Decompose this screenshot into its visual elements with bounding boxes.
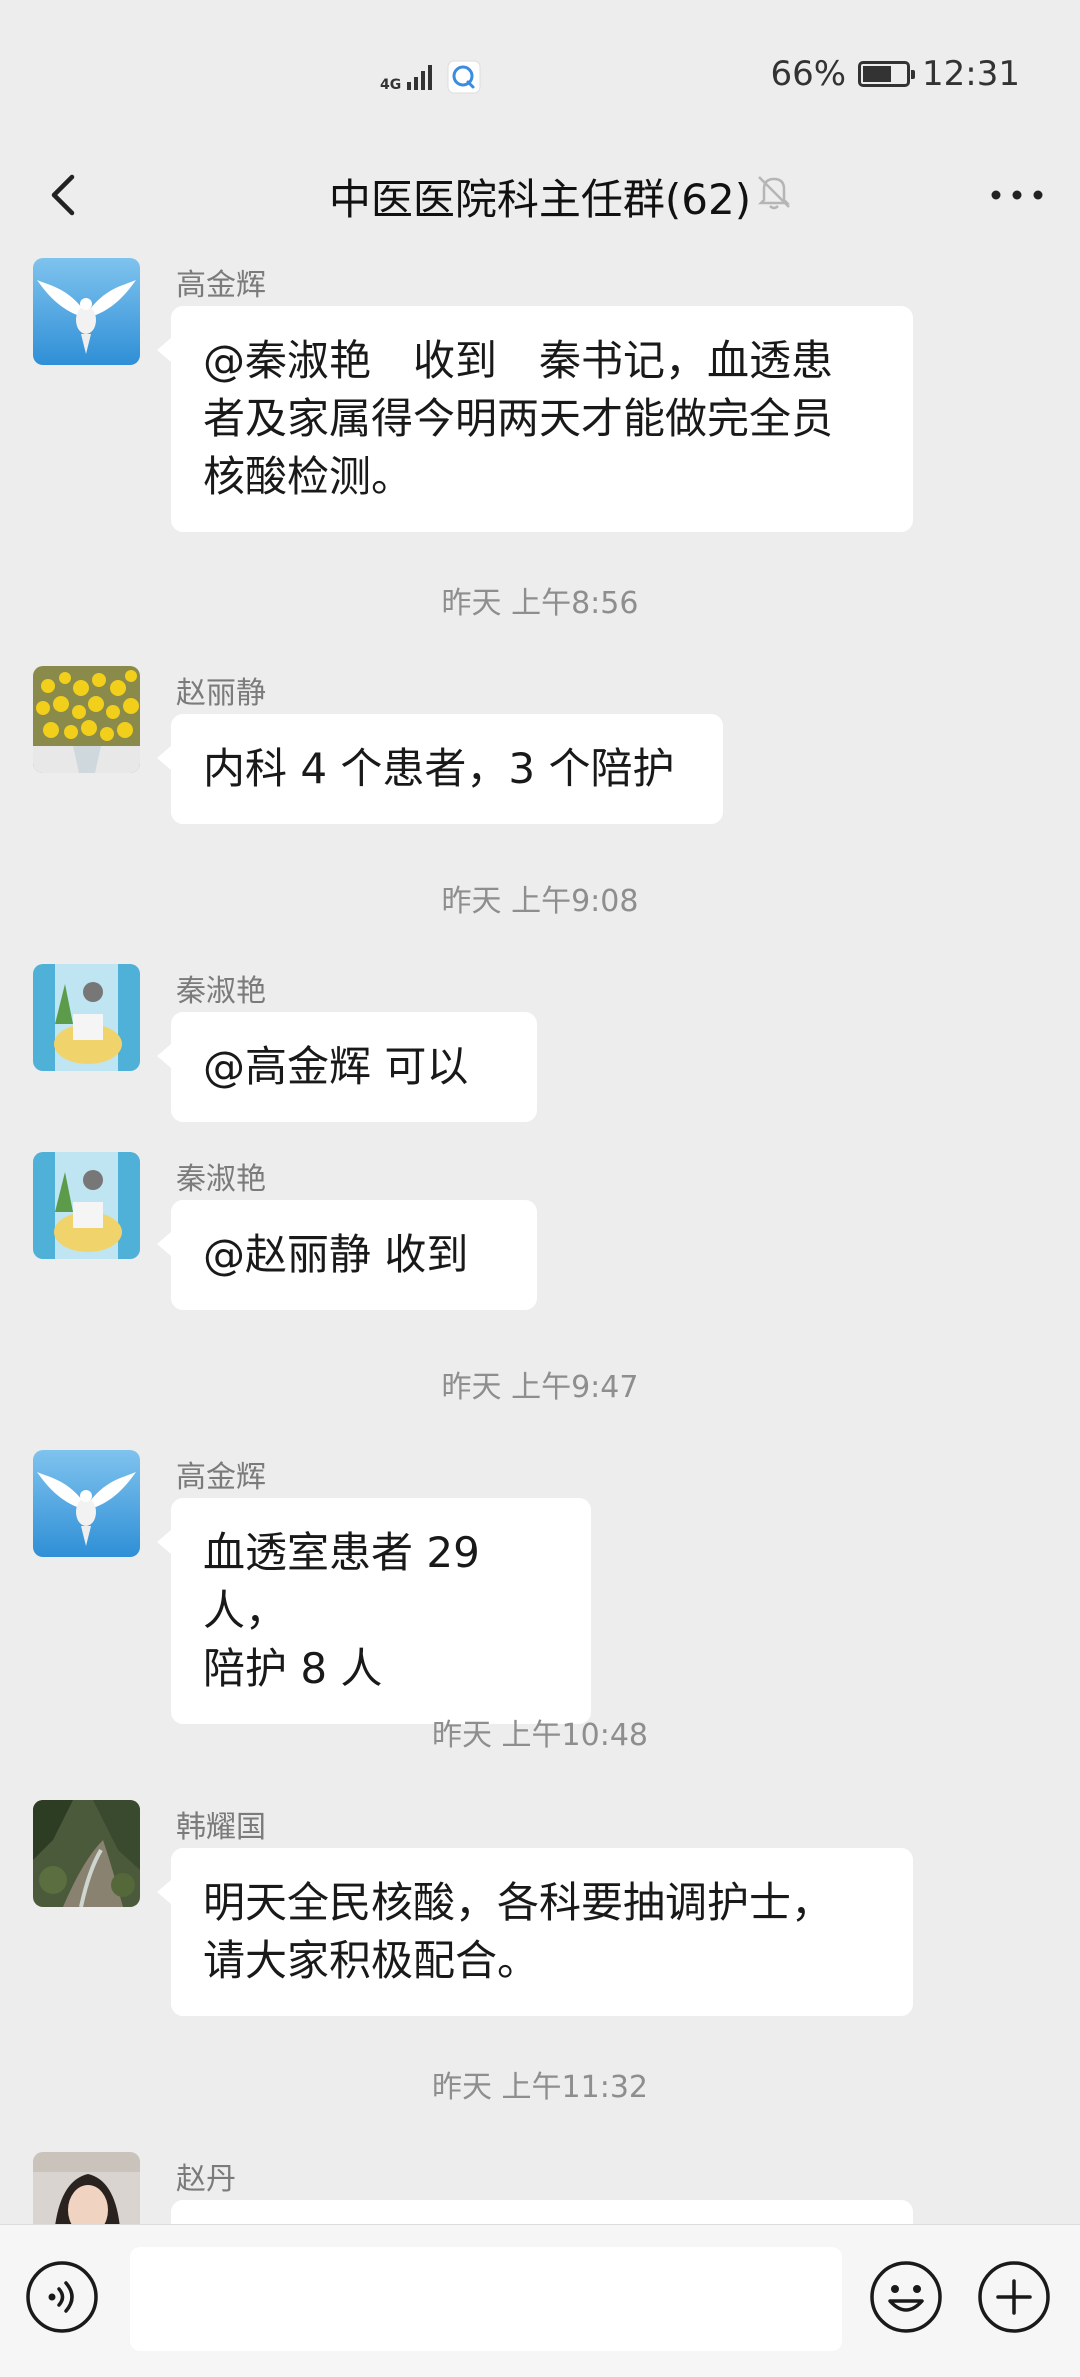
avatar[interactable] xyxy=(33,1800,140,1907)
message-line: 血透室患者 29 人， xyxy=(203,1528,480,1635)
message-bubble[interactable]: 血透室患者 29 人， 陪护 8 人 xyxy=(157,1498,591,1724)
battery-icon xyxy=(858,61,916,87)
flowers-avatar-image xyxy=(33,666,140,773)
status-bar: 4G 66% 12:31 xyxy=(0,0,1080,150)
network-type: 4G xyxy=(380,77,402,93)
group-title: 中医医院科主任群(62) xyxy=(0,166,1080,227)
message-line: 者及家属得今明两天才能做完全员 xyxy=(203,394,834,443)
input-bar xyxy=(0,2224,1080,2377)
sender-name: 赵丹 xyxy=(176,2162,236,2197)
avatar[interactable] xyxy=(33,2152,140,2224)
sender-name: 高金辉 xyxy=(176,268,266,303)
timestamp: 昨天 上午10:48 xyxy=(432,1718,648,1753)
sender-name: 韩耀国 xyxy=(176,1810,266,1845)
message-line: @赵丽静 收到 xyxy=(203,1230,469,1279)
message-bubble[interactable] xyxy=(171,2200,913,2224)
landscape-avatar-image xyxy=(33,1800,140,1907)
clock: 12:31 xyxy=(922,54,1020,94)
signal-icon: 4G xyxy=(380,62,435,92)
battery-percent: 66% xyxy=(770,54,847,94)
message-line: @高金辉 可以 xyxy=(203,1042,469,1091)
avatar[interactable] xyxy=(33,1450,140,1557)
plus-icon[interactable] xyxy=(976,2259,1052,2335)
message-bubble[interactable]: 内科 4 个患者，3 个陪护 xyxy=(157,714,723,824)
avatar[interactable] xyxy=(33,258,140,365)
portrait-avatar-image xyxy=(33,2152,140,2224)
group-title-text: 中医医院科主任群(62) xyxy=(328,175,752,224)
sender-name: 秦淑艳 xyxy=(176,1162,266,1197)
sender-name: 高金辉 xyxy=(176,1460,266,1495)
emoji-icon[interactable] xyxy=(868,2259,944,2335)
room-avatar-image xyxy=(33,964,140,1071)
message-bubble[interactable]: @赵丽静 收到 xyxy=(157,1200,537,1310)
bell-off-icon xyxy=(757,176,791,210)
timestamp: 昨天 上午11:32 xyxy=(432,2070,648,2105)
message-input[interactable] xyxy=(130,2247,842,2351)
voice-icon[interactable] xyxy=(24,2259,100,2335)
dove-avatar-image xyxy=(33,1450,140,1557)
message-line: @秦淑艳 收到 秦书记，血透患 xyxy=(203,336,834,385)
chat-header: 中医医院科主任群(62) xyxy=(0,150,1080,240)
avatar[interactable] xyxy=(33,1152,140,1259)
message-line: 内科 4 个患者，3 个陪护 xyxy=(203,744,675,793)
chat-notification-icon xyxy=(447,60,481,94)
avatar[interactable] xyxy=(33,964,140,1071)
message-bubble[interactable]: @秦淑艳 收到 秦书记，血透患 者及家属得今明两天才能做完全员 核酸检测。 xyxy=(157,306,913,532)
message-line: 陪护 8 人 xyxy=(203,1644,383,1693)
dove-avatar-image xyxy=(33,258,140,365)
room-avatar-image xyxy=(33,1152,140,1259)
message-list[interactable]: 高金辉 @秦淑艳 收到 秦书记，血透患 者及家属得今明两天才能做完全员 核酸检测… xyxy=(0,240,1080,2224)
timestamp: 昨天 上午8:56 xyxy=(441,586,639,621)
message-line: 明天全民核酸，各科要抽调护士， xyxy=(203,1878,834,1927)
avatar[interactable] xyxy=(33,666,140,773)
status-bar-right: 66% 12:31 xyxy=(770,54,1020,94)
timestamp: 昨天 上午9:47 xyxy=(441,1370,639,1405)
message-bubble[interactable]: 明天全民核酸，各科要抽调护士， 请大家积极配合。 xyxy=(157,1848,913,2016)
message-line: 请大家积极配合。 xyxy=(203,1936,540,1985)
status-bar-center: 4G xyxy=(380,60,481,94)
sender-name: 赵丽静 xyxy=(176,676,266,711)
message-line: 核酸检测。 xyxy=(203,452,414,501)
timestamp: 昨天 上午9:08 xyxy=(441,884,639,919)
sender-name: 秦淑艳 xyxy=(176,974,266,1009)
more-horizontal-icon[interactable] xyxy=(984,170,1050,220)
message-bubble[interactable]: @高金辉 可以 xyxy=(157,1012,537,1122)
